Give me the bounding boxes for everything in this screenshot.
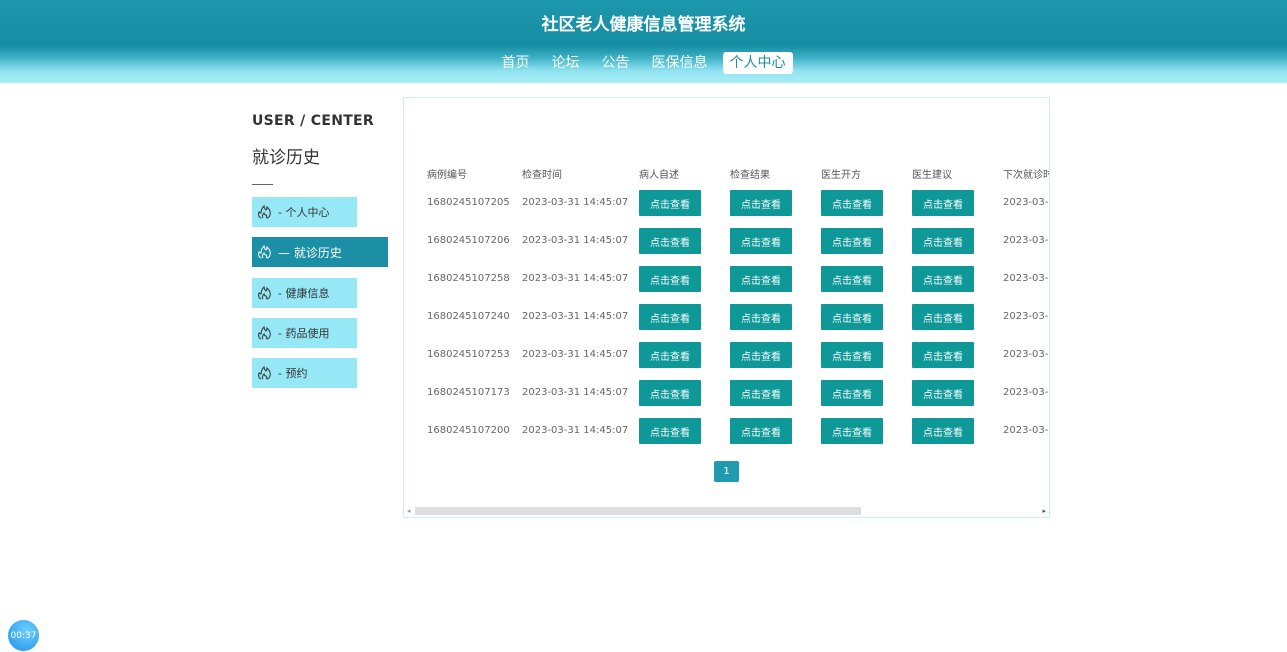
sidebar-item-label: - 药品使用: [278, 327, 330, 340]
nav-home[interactable]: 首页: [495, 52, 537, 74]
next-visit-time: 2023-03-31: [1003, 197, 1049, 208]
case-id: 1680245107205: [427, 197, 510, 208]
next-visit-time: 2023-03-31: [1003, 311, 1049, 322]
view-result-button[interactable]: 点击查看: [730, 418, 792, 444]
sidebar-item[interactable]: - 个人中心: [252, 197, 357, 227]
column-header: 病人自述: [639, 170, 679, 181]
nav-forum[interactable]: 论坛: [545, 52, 587, 74]
column-header: 检查时间: [522, 170, 562, 181]
sidebar-item-label: - 预约: [278, 367, 308, 380]
case-id: 1680245107173: [427, 387, 510, 398]
sidebar-heading: USER / CENTER: [252, 113, 375, 129]
check-time: 2023-03-31 14:45:07: [522, 197, 629, 208]
scroll-left-icon[interactable]: ◂: [407, 507, 411, 515]
check-time: 2023-03-31 14:45:07: [522, 311, 629, 322]
next-visit-time: 2023-03-31: [1003, 273, 1049, 284]
flame-icon: [257, 244, 278, 260]
column-header: 医生开方: [821, 170, 861, 181]
sidebar-item[interactable]: — 就诊历史: [252, 237, 388, 267]
view-prescription-button[interactable]: 点击查看: [821, 228, 883, 254]
records-panel: 病例编号 检查时间 病人自述 检查结果 医生开方 医生建议 下次就诊时 16802451072…: [403, 97, 1050, 518]
column-header: 病例编号: [427, 170, 467, 181]
check-time: 2023-03-31 14:45:07: [522, 349, 629, 360]
view-result-button[interactable]: 点击查看: [730, 266, 792, 292]
view-prescription-button[interactable]: 点击查看: [821, 304, 883, 330]
sidebar-item-label: - 健康信息: [278, 287, 330, 300]
view-prescription-button[interactable]: 点击查看: [821, 342, 883, 368]
sidebar-item[interactable]: - 健康信息: [252, 278, 357, 308]
sidebar-subtitle: 就诊历史: [252, 148, 320, 168]
view-prescription-button[interactable]: 点击查看: [821, 380, 883, 406]
view-complaint-button[interactable]: 点击查看: [639, 266, 701, 292]
check-time: 2023-03-31 14:45:07: [522, 235, 629, 246]
case-id: 1680245107253: [427, 349, 510, 360]
view-complaint-button[interactable]: 点击查看: [639, 190, 701, 216]
flame-icon: [257, 325, 278, 341]
view-complaint-button[interactable]: 点击查看: [639, 380, 701, 406]
divider: [252, 184, 273, 185]
view-advice-button[interactable]: 点击查看: [912, 342, 974, 368]
check-time: 2023-03-31 14:45:07: [522, 425, 629, 436]
flame-icon: [257, 365, 278, 381]
view-result-button[interactable]: 点击查看: [730, 228, 792, 254]
case-id: 1680245107258: [427, 273, 510, 284]
view-result-button[interactable]: 点击查看: [730, 342, 792, 368]
column-header: 检查结果: [730, 170, 770, 181]
view-complaint-button[interactable]: 点击查看: [639, 342, 701, 368]
case-id: 1680245107206: [427, 235, 510, 246]
view-result-button[interactable]: 点击查看: [730, 190, 792, 216]
column-header: 下次就诊时: [1003, 170, 1050, 181]
sidebar-item[interactable]: - 预约: [252, 358, 357, 388]
flame-icon: [257, 285, 278, 301]
nav-notice[interactable]: 公告: [595, 52, 637, 74]
page-1-button[interactable]: 1: [714, 461, 739, 482]
nav-insurance[interactable]: 医保信息: [645, 52, 715, 74]
nav-user-center[interactable]: 个人中心: [722, 52, 793, 74]
horizontal-scrollbar[interactable]: ◂ ▸: [404, 505, 1049, 517]
site-title: 社区老人健康信息管理系统: [541, 15, 746, 35]
next-visit-time: 2023-03-31: [1003, 349, 1049, 360]
timer-badge: 00:37: [8, 620, 39, 651]
view-complaint-button[interactable]: 点击查看: [639, 304, 701, 330]
flame-icon: [257, 204, 278, 220]
sidebar-item-label: — 就诊历史: [278, 245, 342, 260]
sidebar: USER / CENTER 就诊历史 - 个人中心 — 就诊历史 - 健康信息 - 药…: [252, 113, 388, 388]
header: 社区老人健康信息管理系统 首页 论坛 公告 医保信息 个人中心: [0, 0, 1287, 83]
next-visit-time: 2023-03-31: [1003, 235, 1049, 246]
scroll-right-icon[interactable]: ▸: [1042, 507, 1046, 515]
view-complaint-button[interactable]: 点击查看: [639, 228, 701, 254]
case-id: 1680245107240: [427, 311, 510, 322]
view-advice-button[interactable]: 点击查看: [912, 380, 974, 406]
view-result-button[interactable]: 点击查看: [730, 304, 792, 330]
view-prescription-button[interactable]: 点击查看: [821, 266, 883, 292]
view-advice-button[interactable]: 点击查看: [912, 266, 974, 292]
next-visit-time: 2023-03-31: [1003, 425, 1049, 436]
view-prescription-button[interactable]: 点击查看: [821, 190, 883, 216]
case-id: 1680245107200: [427, 425, 510, 436]
column-header: 医生建议: [912, 170, 952, 181]
sidebar-item-label: - 个人中心: [278, 206, 330, 219]
view-prescription-button[interactable]: 点击查看: [821, 418, 883, 444]
view-advice-button[interactable]: 点击查看: [912, 304, 974, 330]
scrollbar-thumb[interactable]: [415, 507, 861, 515]
top-nav: 首页 论坛 公告 医保信息 个人中心: [0, 52, 1287, 74]
view-advice-button[interactable]: 点击查看: [912, 418, 974, 444]
view-advice-button[interactable]: 点击查看: [912, 228, 974, 254]
sidebar-item[interactable]: - 药品使用: [252, 318, 357, 348]
check-time: 2023-03-31 14:45:07: [522, 273, 629, 284]
view-advice-button[interactable]: 点击查看: [912, 190, 974, 216]
check-time: 2023-03-31 14:45:07: [522, 387, 629, 398]
next-visit-time: 2023-03-31: [1003, 387, 1049, 398]
view-complaint-button[interactable]: 点击查看: [639, 418, 701, 444]
view-result-button[interactable]: 点击查看: [730, 380, 792, 406]
